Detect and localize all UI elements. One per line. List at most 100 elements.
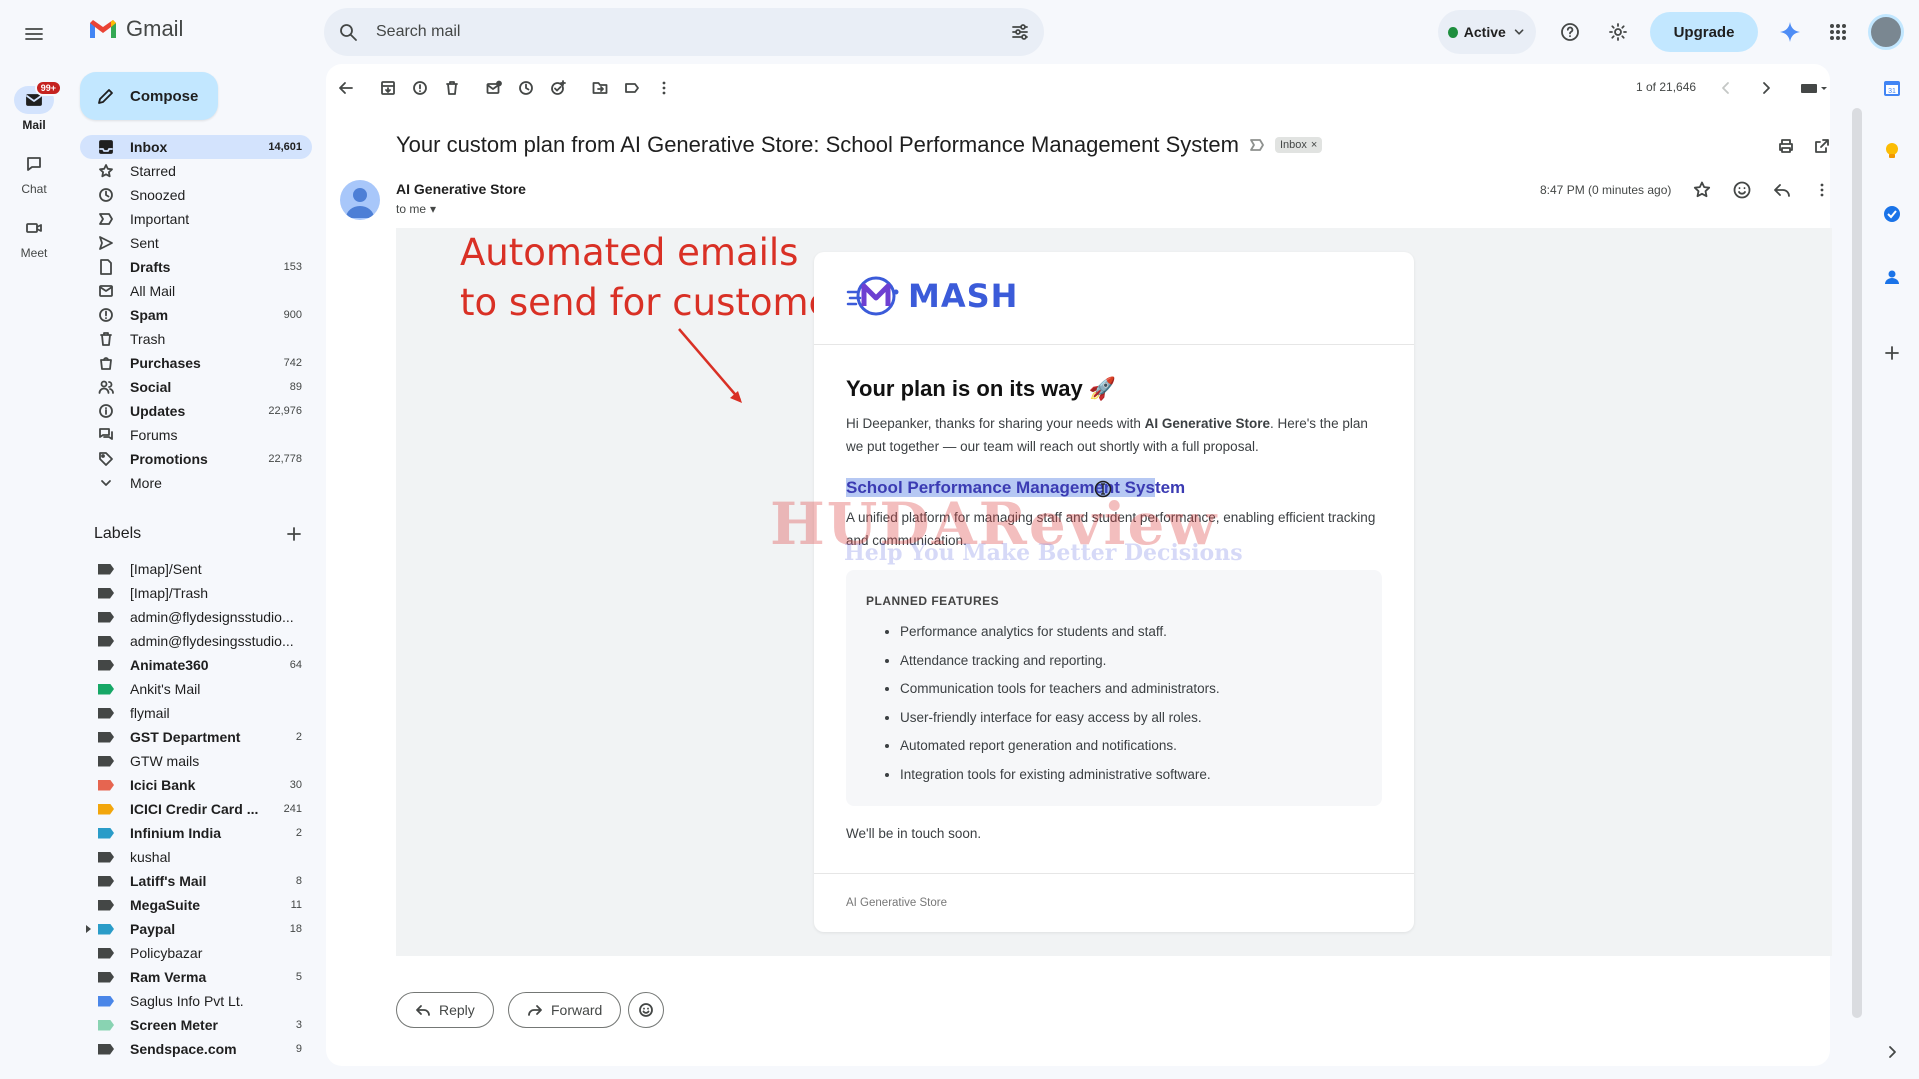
label-item[interactable]: Saglus Info Pvt Lt. (80, 989, 312, 1013)
nav-item-starred[interactable]: Starred (80, 159, 312, 183)
status-label: Active (1463, 24, 1506, 40)
label-item[interactable]: flymail (80, 701, 312, 725)
label-item[interactable]: Ankit's Mail (80, 677, 312, 701)
trash-icon (446, 81, 458, 95)
label-item[interactable]: Screen Meter 3 (80, 1013, 312, 1037)
more-options-button[interactable] (648, 74, 680, 102)
label-item[interactable]: Sendspace.com 9 (80, 1037, 312, 1061)
message-more-button[interactable] (1806, 174, 1838, 206)
nav-item-forums[interactable]: Forums (80, 423, 312, 447)
search-options-icon[interactable] (1010, 22, 1030, 42)
upgrade-button[interactable]: Upgrade (1650, 12, 1758, 52)
nav-item-purchases[interactable]: Purchases 742 (80, 351, 312, 375)
label-name: Latiff's Mail (130, 873, 207, 889)
gemini-button[interactable] (1774, 16, 1806, 48)
add-addon-button[interactable] (1874, 335, 1910, 371)
contacts-app-button[interactable] (1874, 259, 1910, 295)
label-button[interactable] (616, 74, 648, 102)
recipient-details[interactable]: to me ▾ (396, 202, 436, 216)
tasks-app-button[interactable] (1874, 196, 1910, 232)
label-item[interactable]: Infinium India 2 (80, 821, 312, 845)
label-item[interactable]: MegaSuite 11 (80, 893, 312, 917)
emoji-reaction-button[interactable] (628, 992, 664, 1028)
email-subject: Your custom plan from AI Generative Stor… (396, 132, 1323, 158)
rail-chat[interactable]: Chat (0, 150, 68, 196)
nav-item-trash[interactable]: Trash (80, 327, 312, 351)
account-avatar[interactable] (1868, 14, 1904, 50)
settings-button[interactable] (1602, 16, 1634, 48)
nav-item-promotions[interactable]: Promotions 22,778 (80, 447, 312, 471)
label-item[interactable]: [Imap]/Sent (80, 557, 312, 581)
move-to-button[interactable] (584, 74, 616, 102)
label-item[interactable]: admin@flydesignsstudio... (80, 605, 312, 629)
report-spam-button[interactable] (404, 74, 436, 102)
delete-button[interactable] (436, 74, 468, 102)
forward-button[interactable]: Forward (508, 992, 622, 1028)
nav-item-all-mail[interactable]: All Mail (80, 279, 312, 303)
gmail-logo[interactable]: Gmail (88, 16, 183, 42)
label-item[interactable]: admin@flydesingsstudio... (80, 629, 312, 653)
status-selector[interactable]: Active (1438, 10, 1536, 54)
nav-item-more[interactable]: More (80, 471, 312, 495)
search-input[interactable] (376, 23, 1010, 41)
label-item[interactable]: Animate360 64 (80, 653, 312, 677)
label-item[interactable]: ICICI Credir Card ... 241 (80, 797, 312, 821)
reply-button[interactable]: Reply (396, 992, 494, 1028)
open-new-window-button[interactable] (1806, 130, 1838, 162)
nav-label: Forums (130, 427, 178, 443)
remove-label-icon[interactable]: × (1311, 139, 1317, 151)
nav-item-social[interactable]: Social 89 (80, 375, 312, 399)
nav-item-sent[interactable]: Sent (80, 231, 312, 255)
label-item[interactable]: [Imap]/Trash (80, 581, 312, 605)
nav-item-drafts[interactable]: Drafts 153 (80, 255, 312, 279)
mark-unread-button[interactable] (478, 74, 510, 102)
input-tools-button[interactable] (1794, 72, 1834, 104)
add-task-button[interactable] (542, 74, 574, 102)
sender-avatar[interactable] (340, 180, 380, 220)
support-button[interactable] (1554, 16, 1586, 48)
forums-icon (99, 428, 113, 440)
nav-item-inbox[interactable]: Inbox 14,601 (80, 135, 312, 159)
main-menu-button[interactable] (18, 18, 50, 50)
compose-button[interactable]: Compose (80, 72, 218, 120)
label-item[interactable]: GST Department 2 (80, 725, 312, 749)
older-button[interactable] (1750, 72, 1782, 104)
print-button[interactable] (1770, 130, 1802, 162)
expand-caret-icon[interactable] (86, 925, 91, 933)
rail-meet[interactable]: Meet (0, 214, 68, 260)
newer-button[interactable] (1710, 72, 1742, 104)
label-item[interactable]: Paypal 18 (80, 917, 312, 941)
nav-item-updates[interactable]: Updates 22,976 (80, 399, 312, 423)
nav-item-spam[interactable]: Spam 900 (80, 303, 312, 327)
sender-name[interactable]: AI Generative Store (396, 181, 526, 197)
back-button[interactable] (330, 74, 362, 102)
nav-item-important[interactable]: Important (80, 207, 312, 231)
important-marker-icon[interactable] (1249, 137, 1265, 153)
reply-label: Reply (439, 1002, 475, 1018)
show-side-panel-button[interactable] (1876, 1036, 1908, 1068)
reply-icon-button[interactable] (1766, 174, 1798, 206)
label-item[interactable]: GTW mails (80, 749, 312, 773)
keep-app-button[interactable] (1874, 133, 1910, 169)
label-item[interactable]: Ram Verma 5 (80, 965, 312, 989)
rail-mail[interactable]: 99+ Mail (0, 80, 68, 132)
inbox-label-chip[interactable]: Inbox × (1274, 137, 1323, 153)
search-icon[interactable] (338, 22, 358, 42)
label-item[interactable]: kushal (80, 845, 312, 869)
apps-button[interactable] (1822, 16, 1854, 48)
snooze-button[interactable] (510, 74, 542, 102)
label-icon (625, 83, 639, 93)
scrollbar[interactable] (1852, 108, 1862, 1018)
label-item[interactable]: Icici Bank 30 (80, 773, 312, 797)
plus-icon[interactable] (284, 524, 304, 544)
label-name: Ankit's Mail (130, 681, 201, 697)
add-reaction-button[interactable] (1726, 174, 1758, 206)
nav-item-snoozed[interactable]: Snoozed (80, 183, 312, 207)
label-item[interactable]: Policybazar (80, 941, 312, 965)
label-color-icon (98, 707, 114, 719)
label-color-icon (98, 755, 114, 767)
archive-button[interactable] (372, 74, 404, 102)
label-item[interactable]: Latiff's Mail 8 (80, 869, 312, 893)
calendar-app-button[interactable]: 31 (1874, 70, 1910, 106)
star-button[interactable] (1686, 174, 1718, 206)
